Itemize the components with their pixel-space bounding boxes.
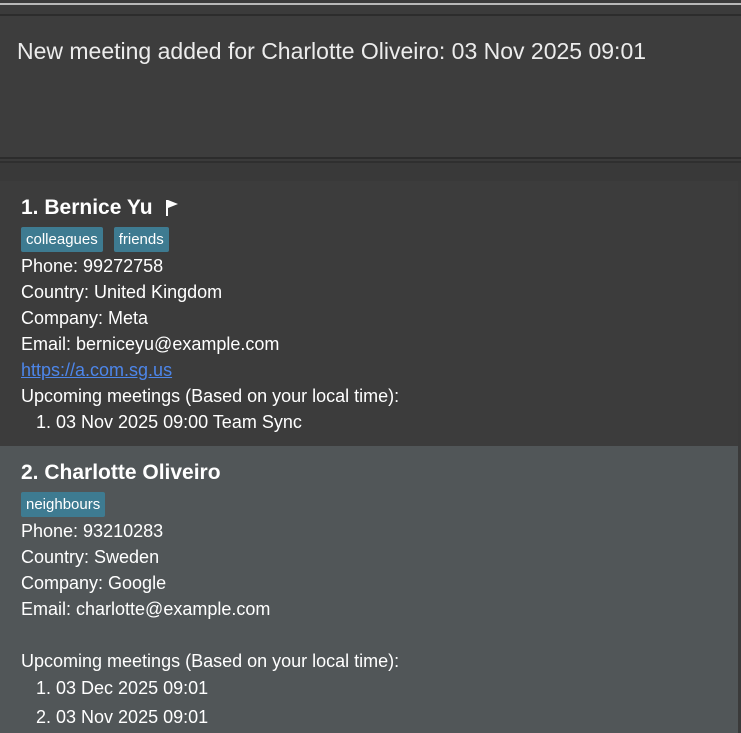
person-card[interactable]: 1. Bernice Yu colleagues friends Phone: … (0, 181, 741, 446)
tag-list: colleagues friends (21, 225, 741, 253)
email-text: Email: berniceyu@example.com (21, 334, 280, 354)
company-text: Company: Meta (21, 308, 149, 328)
company-text: Company: Google (21, 573, 167, 593)
result-message: New meeting added for Charlotte Oliveiro… (17, 38, 647, 64)
panel-separator (0, 161, 741, 181)
meetings-header: Upcoming meetings (Based on your local t… (21, 651, 400, 671)
email-text: Email: charlotte@example.com (21, 599, 271, 619)
top-divider (0, 3, 741, 5)
person-name: 1. Bernice Yu (21, 196, 153, 219)
phone-text: Phone: 93210283 (21, 521, 164, 541)
country-text: Country: Sweden (21, 547, 160, 567)
website-link-empty (21, 622, 741, 648)
meeting-item: 2. 03 Nov 2025 09:01 (36, 707, 209, 727)
tag: colleagues (21, 226, 103, 252)
flag-icon (165, 199, 179, 217)
country-text: Country: United Kingdom (21, 282, 223, 302)
phone-text: Phone: 99272758 (21, 256, 164, 276)
person-card-selected[interactable]: 2. Charlotte Oliveiro neighbours Phone: … (0, 446, 741, 733)
website-link[interactable]: https://a.com.sg.us (21, 360, 172, 380)
tag-list: neighbours (21, 490, 741, 518)
command-result-box: New meeting added for Charlotte Oliveiro… (0, 14, 741, 159)
person-name: 2. Charlotte Oliveiro (21, 461, 221, 484)
meeting-item: 1. 03 Nov 2025 09:00 Team Sync (36, 412, 302, 432)
meeting-item: 1. 03 Dec 2025 09:01 (36, 678, 209, 698)
meetings-header: Upcoming meetings (Based on your local t… (21, 386, 400, 406)
tag: friends (113, 226, 169, 252)
tag: neighbours (21, 491, 106, 517)
